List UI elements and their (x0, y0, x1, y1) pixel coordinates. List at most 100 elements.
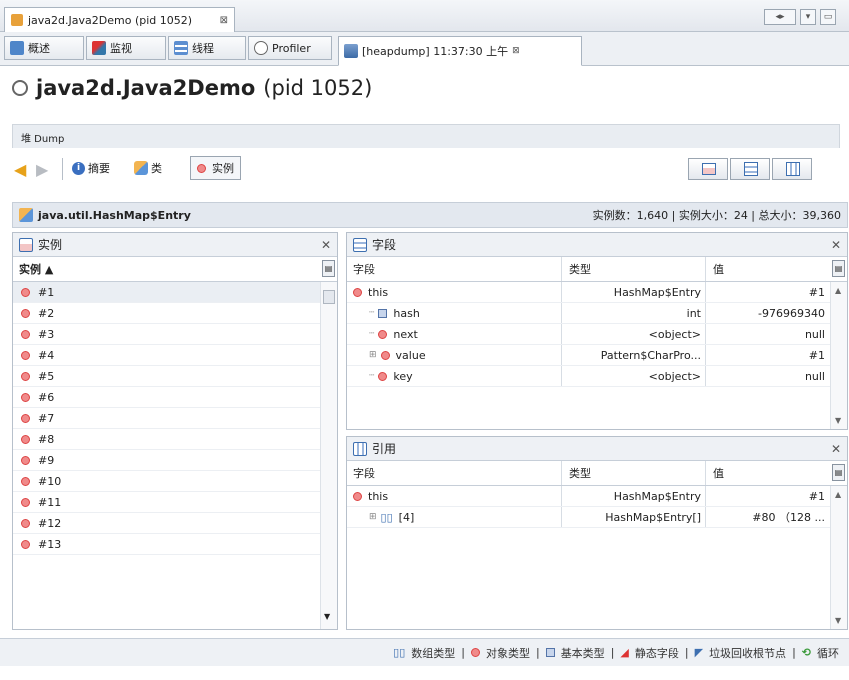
column-divider (705, 282, 706, 302)
list-item[interactable]: #9 (13, 450, 337, 471)
object-icon (378, 329, 388, 339)
field-cell: ┄ key (369, 366, 413, 386)
object-icon (21, 476, 30, 486)
table-row[interactable]: this HashMap$Entry #1 (347, 282, 847, 303)
close-icon[interactable]: ⊠ (512, 46, 520, 56)
field-name: this (368, 489, 389, 503)
list-item[interactable]: #1 (13, 282, 337, 303)
list-item[interactable]: #3 (13, 324, 337, 345)
type-column-label[interactable]: 类型 (569, 257, 591, 281)
close-icon[interactable]: ✕ (321, 238, 331, 252)
references-panel-title: 引用 (372, 442, 397, 456)
legend-object: 对象类型 (485, 646, 530, 660)
field-cell: ⊞ ▯▯ [4] (369, 507, 414, 527)
instance-id: #5 (38, 369, 55, 383)
list-item[interactable]: #2 (13, 303, 337, 324)
scroll-down-icon[interactable]: ▼ (324, 612, 330, 621)
tab-monitor[interactable]: 监视 (86, 36, 166, 60)
column-divider (705, 461, 706, 485)
tab-threads[interactable]: 线程 (168, 36, 246, 60)
instances-column-header[interactable]: 实例 ▲ ▤ (13, 257, 337, 282)
object-icon (21, 539, 30, 549)
field-name: [4] (398, 510, 415, 524)
table-row[interactable]: ⊞ value Pattern$CharPro... #1 (347, 345, 847, 366)
show-references-view-button[interactable] (772, 158, 812, 180)
toolbar-divider (62, 158, 63, 180)
list-item[interactable]: #4 (13, 345, 337, 366)
tab-list-button[interactable]: ▾ (800, 9, 816, 25)
scroll-up-icon[interactable]: ▲ (835, 490, 841, 499)
maximize-button[interactable]: ▭ (820, 9, 836, 25)
scroll-down-icon[interactable]: ▼ (835, 416, 841, 425)
table-row[interactable]: ┄ next <object> null (347, 324, 847, 345)
column-divider (561, 461, 562, 485)
list-item[interactable]: #10 (13, 471, 337, 492)
tab-heapdump[interactable]: [heapdump] 11:37:30 上午 ⊠ (338, 36, 582, 66)
scrollbar-thumb[interactable] (323, 290, 335, 304)
table-row[interactable]: this HashMap$Entry #1 (347, 486, 847, 507)
tab-profiler[interactable]: Profiler (248, 36, 332, 60)
close-icon[interactable]: ✕ (831, 442, 841, 456)
tree-line-icon: ┄ (369, 308, 375, 318)
window-tab[interactable]: java2d.Java2Demo (pid 1052) ⊠ (4, 7, 235, 32)
class-info-bar: java.util.HashMap$Entry 实例数：1,640 | 实例大小… (12, 202, 848, 228)
show-instances-view-button[interactable] (688, 158, 728, 180)
references-column-header: 字段 类型 值 ▤ (347, 461, 847, 486)
section-header: 堆 Dump (12, 124, 840, 148)
forward-button[interactable]: ▶ (36, 160, 48, 179)
field-name: next (393, 327, 418, 341)
list-item[interactable]: #11 (13, 492, 337, 513)
back-button[interactable]: ◀ (14, 160, 26, 179)
scroll-up-icon[interactable]: ▲ (835, 286, 841, 295)
table-row[interactable]: ┄ key <object> null (347, 366, 847, 387)
column-selector-button[interactable]: ▤ (832, 464, 845, 481)
list-item[interactable]: #5 (13, 366, 337, 387)
object-icon (378, 371, 388, 381)
list-item[interactable]: #6 (13, 387, 337, 408)
fields-panel-title: 字段 (372, 238, 397, 252)
show-fields-view-button[interactable] (730, 158, 770, 180)
object-icon (21, 413, 30, 423)
object-icon (21, 518, 30, 528)
scrollbar[interactable]: ▼ (320, 282, 337, 629)
table-row[interactable]: ┄ hash int -976969340 (347, 303, 847, 324)
array-icon: ▯▯ (380, 510, 393, 524)
field-column-label[interactable]: 字段 (353, 461, 375, 485)
list-item[interactable]: #8 (13, 429, 337, 450)
column-selector-button[interactable]: ▤ (832, 260, 845, 277)
list-item[interactable]: #13 (13, 534, 337, 555)
overview-icon (10, 41, 24, 55)
classes-button[interactable]: 类 (134, 160, 162, 176)
table-row[interactable]: ⊞ ▯▯ [4] HashMap$Entry[] #80 （128 ... (347, 507, 847, 528)
summary-button[interactable]: i 摘要 (72, 160, 110, 176)
instances-button[interactable]: 实例 (190, 156, 241, 180)
page-title: java2d.Java2Demo (pid 1052) (12, 76, 372, 100)
monitor-icon (92, 41, 106, 55)
value-column-label[interactable]: 值 (713, 461, 724, 485)
tab-threads-label: 线程 (192, 42, 214, 55)
scrollbar[interactable]: ▲ ▼ (830, 282, 847, 429)
value-column-label[interactable]: 值 (713, 257, 724, 281)
field-name: value (395, 348, 426, 362)
type-column-label[interactable]: 类型 (569, 461, 591, 485)
references-table: this HashMap$Entry #1 ⊞ ▯▯ [4] HashMap$Entry[]… (347, 486, 847, 628)
tab-scroll-buttons[interactable]: ◂▸ (764, 9, 796, 25)
list-item[interactable]: #12 (13, 513, 337, 534)
column-divider (561, 345, 562, 365)
instances-panel-header: 实例 ✕ (13, 233, 337, 257)
object-icon (380, 350, 390, 360)
type-cell: HashMap$Entry (613, 285, 701, 299)
list-item[interactable]: #7 (13, 408, 337, 429)
legend-array: 数组类型 (411, 646, 456, 660)
tab-overview[interactable]: 概述 (4, 36, 84, 60)
expand-icon[interactable]: ⊞ (369, 512, 377, 522)
close-icon[interactable]: ✕ (831, 238, 841, 252)
field-column-label[interactable]: 字段 (353, 257, 375, 281)
expand-icon[interactable]: ⊞ (369, 350, 377, 360)
close-icon[interactable]: ⊠ (220, 15, 228, 26)
scroll-down-icon[interactable]: ▼ (835, 616, 841, 625)
scrollbar[interactable]: ▲ ▼ (830, 486, 847, 629)
column-selector-button[interactable]: ▤ (322, 260, 335, 277)
field-name: key (393, 369, 413, 383)
instance-id: #8 (38, 432, 55, 446)
